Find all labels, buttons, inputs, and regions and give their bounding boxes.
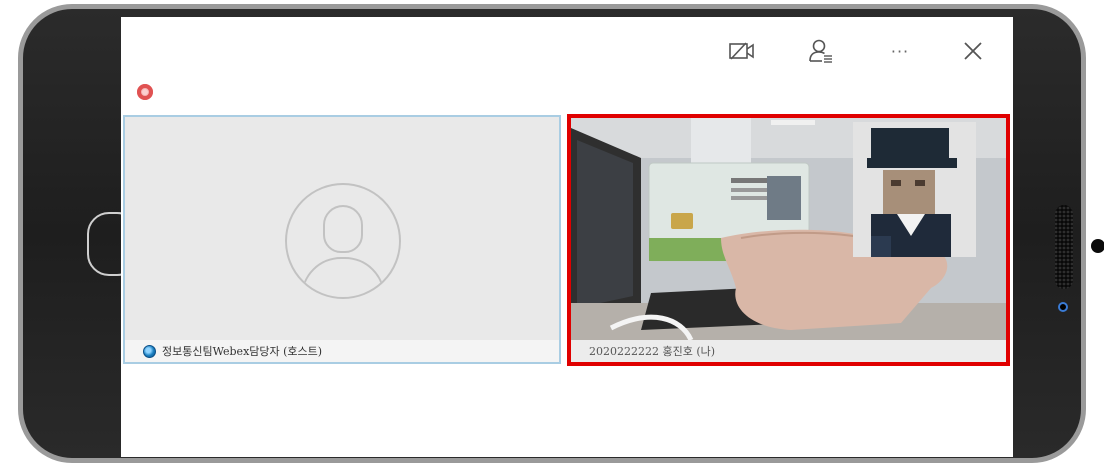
participant-name: 2020222222 홍진호 (나) <box>589 345 716 358</box>
avatar-placeholder-icon <box>285 183 401 299</box>
participants-icon[interactable] <box>807 37 835 65</box>
more-icon[interactable]: ··· <box>886 37 914 65</box>
participant-name: 정보통신팀Webex담당자 (호스트) <box>162 345 323 358</box>
speaker-grille <box>1055 205 1073 289</box>
video-off-icon[interactable] <box>728 37 756 65</box>
close-icon[interactable] <box>959 37 987 65</box>
recording-indicator-icon <box>137 84 153 100</box>
video-feed <box>571 118 1006 340</box>
meeting-screen: ··· 정보통신팀Webex담당자 (호스트) 2020222222 홍진호 (… <box>121 17 1013 457</box>
participant-name-bar: 2020222222 홍진호 (나) <box>571 340 1006 362</box>
host-badge-icon <box>143 344 156 358</box>
sensor-icon <box>1058 302 1068 312</box>
participant-tile-host[interactable]: 정보통신팀Webex담당자 (호스트) <box>123 115 561 364</box>
participant-tile-self[interactable]: 2020222222 홍진호 (나) <box>567 114 1010 366</box>
front-camera <box>1091 239 1104 253</box>
participant-name-bar: 정보통신팀Webex담당자 (호스트) <box>125 340 559 362</box>
